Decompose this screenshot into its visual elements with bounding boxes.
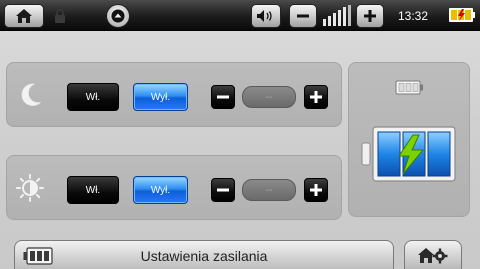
battery-charging-icon — [449, 8, 475, 22]
day-on-button[interactable]: Wł. — [67, 176, 119, 204]
night-decrease-button[interactable] — [211, 85, 235, 109]
plus-icon — [310, 91, 322, 103]
day-decrease-button[interactable] — [211, 178, 235, 202]
gear-home-icon — [418, 248, 448, 264]
sun-brightness-icon — [16, 174, 44, 202]
volume-button[interactable] — [251, 4, 281, 28]
volume-up-button[interactable] — [356, 4, 384, 28]
night-on-button[interactable]: Wł. — [67, 83, 119, 111]
night-off-button[interactable]: Wył. — [133, 83, 188, 111]
footer-bar: Ustawienia zasilania — [14, 240, 394, 269]
night-value-display: -- — [242, 86, 296, 108]
night-increase-button[interactable] — [304, 85, 328, 109]
page-title: Ustawienia zasilania — [140, 248, 268, 264]
lock-icon — [55, 8, 65, 23]
plus-icon — [310, 184, 322, 196]
day-value-display: -- — [242, 179, 296, 201]
day-off-button[interactable]: Wył. — [133, 176, 188, 204]
battery-status-panel — [348, 62, 470, 217]
night-mode-panel: Wł. Wył. -- — [6, 62, 342, 127]
minus-icon — [217, 188, 229, 192]
speaker-icon — [257, 10, 272, 22]
status-bar: 13:32 — [0, 0, 480, 31]
clock-time: 13:32 — [398, 9, 429, 23]
moon-icon — [21, 83, 42, 106]
volume-level-bars — [323, 5, 351, 26]
day-increase-button[interactable] — [304, 178, 328, 202]
up-arrow-icon — [111, 9, 125, 23]
minus-icon — [217, 95, 229, 99]
home-icon — [16, 9, 32, 23]
battery-empty-icon — [395, 80, 423, 95]
volume-down-button[interactable] — [289, 4, 317, 28]
settings-button[interactable] — [404, 240, 462, 269]
battery-charging-icon — [361, 126, 456, 182]
home-button[interactable] — [4, 4, 44, 28]
day-mode-panel: Wł. Wył. -- — [6, 155, 342, 220]
minus-icon — [297, 14, 309, 18]
up-button[interactable] — [106, 4, 130, 28]
plus-icon — [364, 10, 376, 22]
